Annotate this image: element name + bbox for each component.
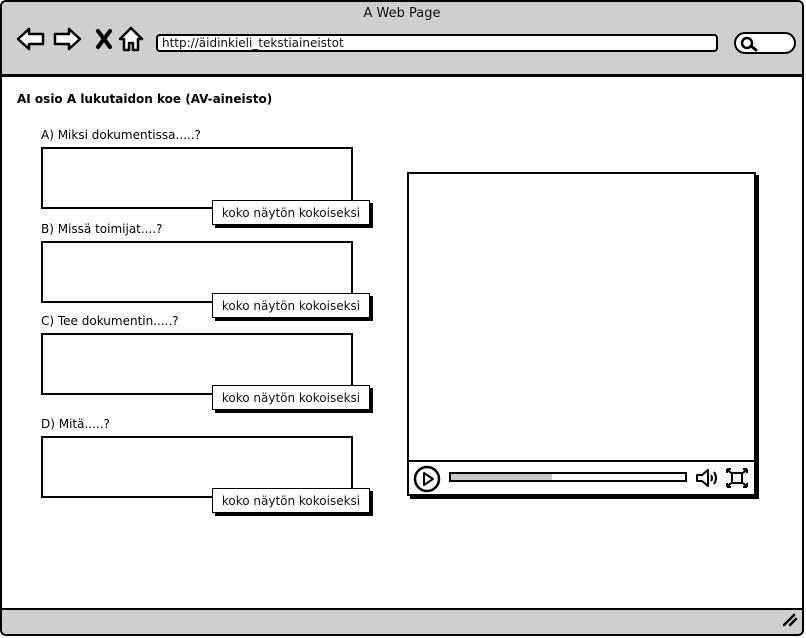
back-arrow-icon[interactable] — [16, 24, 46, 54]
close-icon[interactable] — [89, 24, 119, 54]
forward-arrow-icon[interactable] — [52, 24, 82, 54]
browser-chrome: A Web Page http://äidinkieli_tekstiainei… — [2, 2, 802, 77]
volume-icon[interactable] — [694, 467, 722, 493]
question-d-label: D) Mitä.....? — [41, 417, 110, 431]
video-progress-bar[interactable] — [449, 472, 687, 482]
question-d-fullscreen-button[interactable]: koko näytön kokoiseksi — [212, 488, 370, 513]
status-bar — [2, 608, 802, 634]
video-progress-fill — [451, 474, 552, 480]
play-icon[interactable] — [413, 465, 441, 497]
question-a-fullscreen-button[interactable]: koko näytön kokoiseksi — [212, 200, 370, 225]
search-input[interactable] — [734, 32, 796, 54]
question-b-label: B) Missä toimijat....? — [41, 222, 163, 236]
question-b-fullscreen-button[interactable]: koko näytön kokoiseksi — [212, 293, 370, 318]
page-heading: AI osio A lukutaidon koe (AV-aineisto) — [17, 92, 273, 106]
window-title: A Web Page — [363, 6, 441, 21]
question-c-label: C) Tee dokumentin.....? — [41, 314, 179, 328]
question-a-label: A) Miksi dokumentissa.....? — [41, 128, 201, 142]
home-icon[interactable] — [116, 24, 146, 54]
question-c-fullscreen-button[interactable]: koko näytön kokoiseksi — [212, 385, 370, 410]
browser-window: A Web Page http://äidinkieli_tekstiainei… — [0, 0, 804, 636]
resize-grip-icon[interactable] — [780, 611, 798, 631]
fullscreen-icon[interactable] — [725, 467, 749, 493]
video-player[interactable] — [407, 172, 756, 496]
video-controls — [409, 460, 754, 494]
url-input[interactable]: http://äidinkieli_tekstiaineistot — [156, 34, 718, 52]
